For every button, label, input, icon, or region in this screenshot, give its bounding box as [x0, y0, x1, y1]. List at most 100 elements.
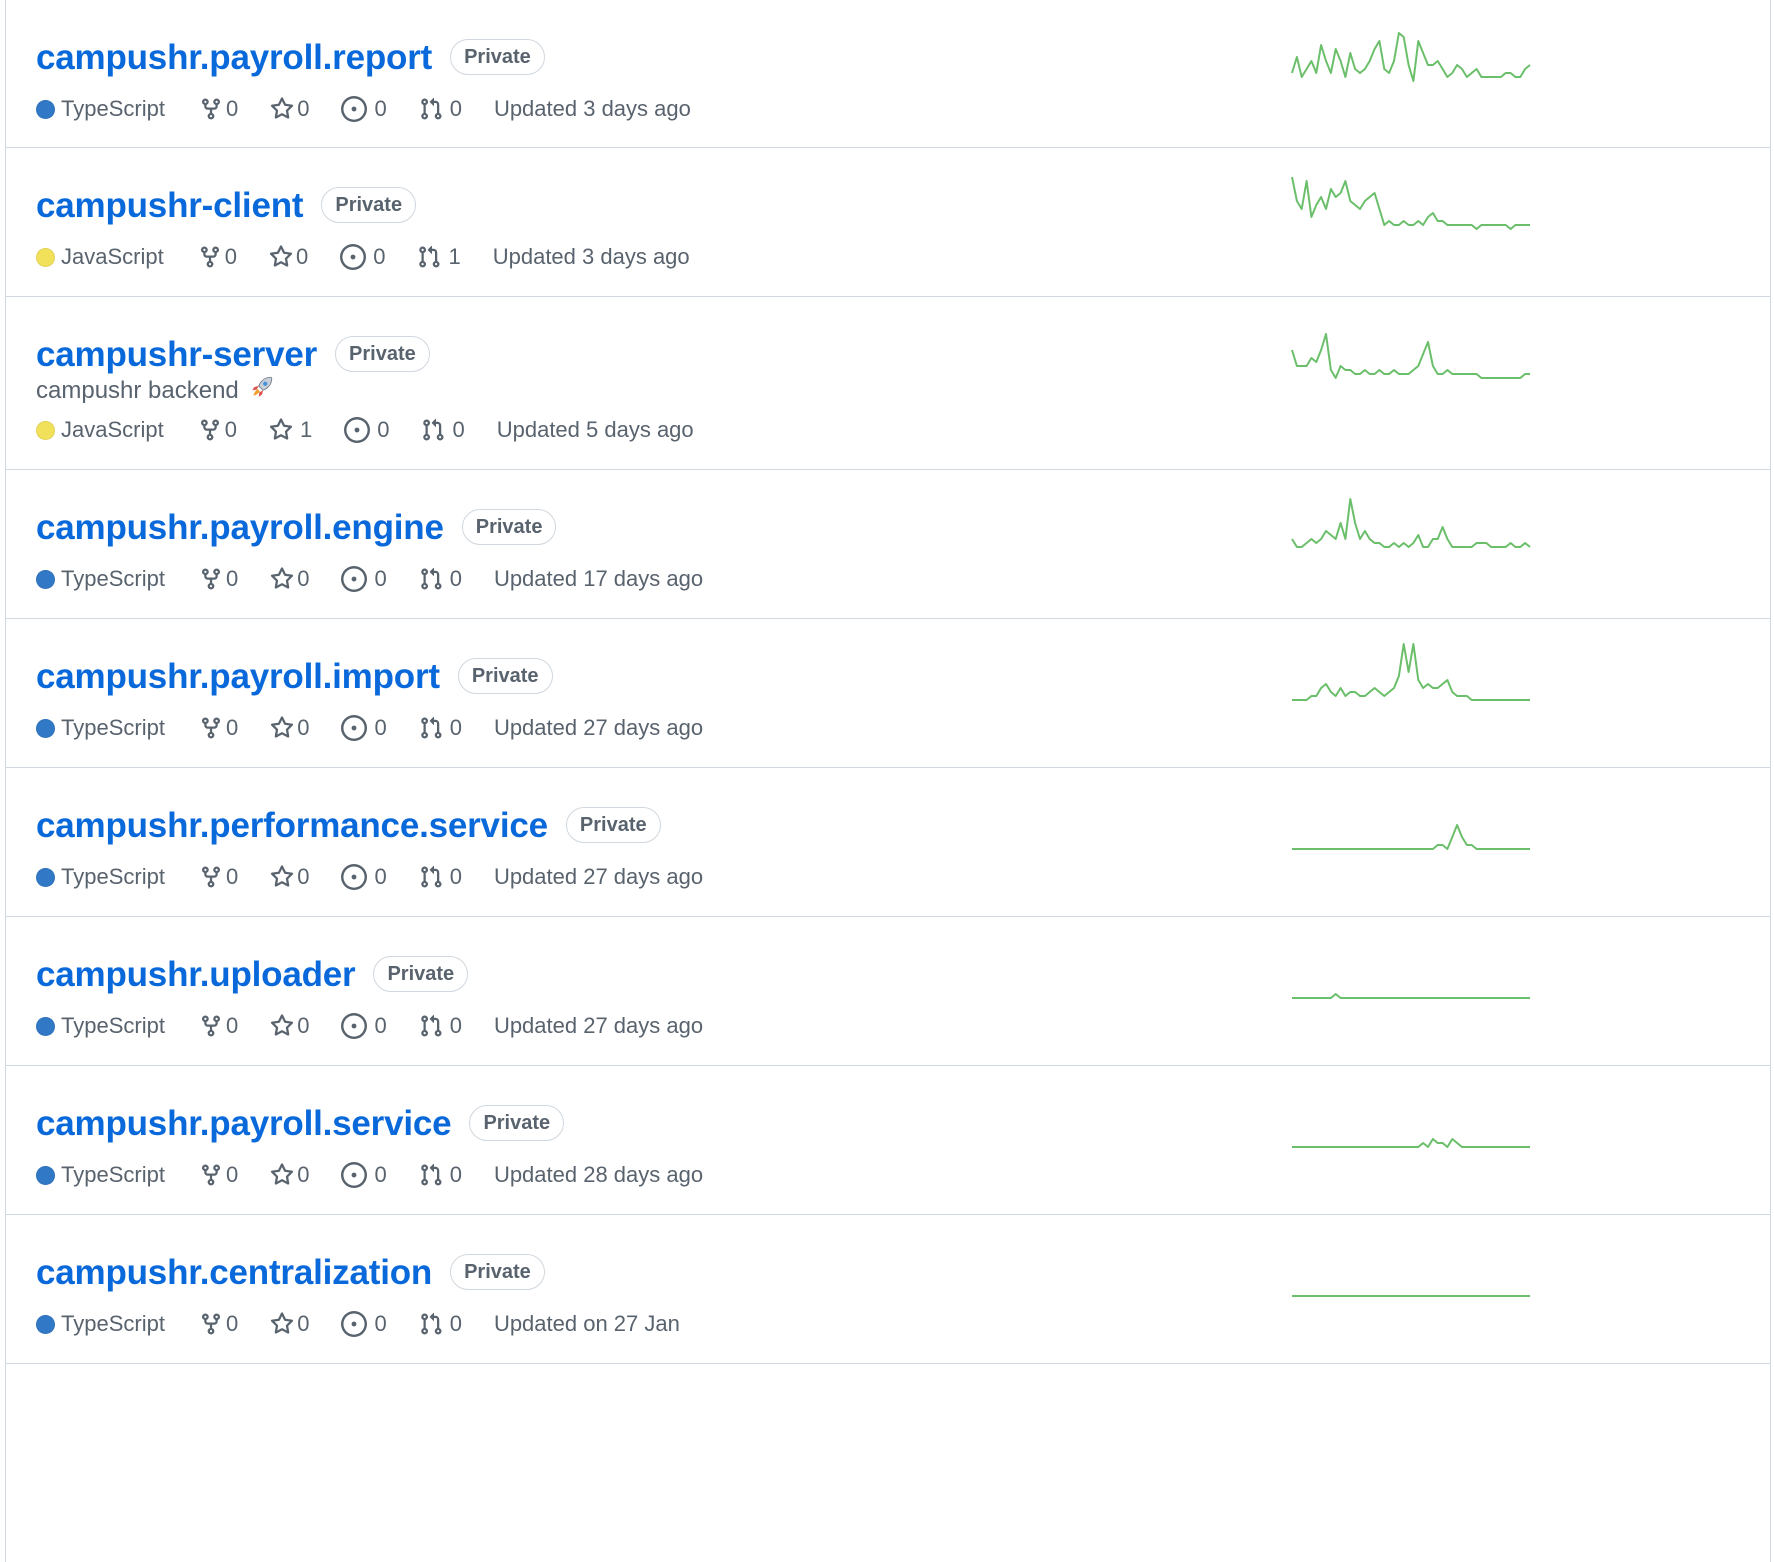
forks-count: 0	[224, 417, 237, 442]
language-name: TypeScript	[61, 566, 165, 591]
stars-link[interactable]: 0	[270, 715, 309, 741]
issues-count: 0	[374, 1162, 387, 1187]
activity-sparkline	[1291, 498, 1531, 548]
pulls-count: 0	[449, 1162, 462, 1187]
issue-icon	[341, 566, 368, 592]
stars-link[interactable]: 0	[270, 1013, 309, 1039]
activity-sparkline	[1291, 32, 1531, 82]
issues-link[interactable]: 0	[341, 1013, 387, 1039]
forks-link[interactable]: 0	[199, 864, 238, 890]
repo-meta: TypeScript 0 0 0 0 Updated 28 days ago	[36, 1160, 703, 1190]
forks-count: 0	[225, 1311, 239, 1336]
forks-link[interactable]: 0	[198, 417, 237, 443]
forks-link[interactable]: 0	[199, 566, 238, 592]
repo-title-line: campushr.payroll.engine Private	[36, 506, 557, 550]
forks-link[interactable]: 0	[199, 96, 238, 122]
issues-link[interactable]: 0	[341, 1162, 387, 1188]
stars-link[interactable]: 0	[270, 864, 309, 890]
issue-icon	[341, 96, 368, 122]
pulls-link[interactable]: 0	[419, 1162, 462, 1188]
repo-name-link[interactable]: campushr-server	[36, 333, 317, 377]
issues-link[interactable]: 0	[341, 864, 387, 890]
pulls-link[interactable]: 0	[419, 96, 462, 122]
pulls-link[interactable]: 0	[419, 864, 462, 890]
star-icon	[271, 1014, 294, 1036]
activity-sparkline	[1292, 1138, 1530, 1148]
repo-name-link[interactable]: campushr.payroll.service	[36, 1102, 452, 1146]
repo-meta: JavaScript 0 0 0 1 Updated 3 days ago	[36, 242, 690, 272]
language-name: JavaScript	[61, 417, 164, 442]
activity-line	[1292, 643, 1530, 701]
repo-name-link[interactable]: campushr.centralization	[36, 1251, 432, 1295]
issues-link[interactable]: 0	[341, 566, 387, 592]
language-name: TypeScript	[61, 1013, 165, 1038]
forks-count: 0	[224, 244, 237, 269]
issue-icon	[344, 417, 371, 443]
stars-link[interactable]: 0	[270, 1311, 309, 1337]
pull-request-icon	[420, 865, 442, 888]
forks-count: 0	[225, 96, 239, 121]
repo-name-link[interactable]: campushr.payroll.import	[36, 655, 440, 699]
repo-meta: TypeScript 0 0 0 0 Updated on 27 Jan	[36, 1309, 680, 1339]
issue-icon	[341, 1162, 368, 1188]
forks-link[interactable]: 0	[199, 1013, 238, 1039]
pulls-link[interactable]: 0	[419, 715, 462, 741]
forks-count: 0	[225, 1162, 239, 1187]
repo-row: campushr.payroll.import Private TypeScri…	[6, 619, 1770, 768]
pulls-link[interactable]: 0	[419, 1311, 462, 1337]
stars-link[interactable]: 0	[270, 96, 309, 122]
pulls-count: 0	[449, 566, 462, 591]
pulls-link[interactable]: 0	[421, 417, 465, 443]
pull-request-icon	[420, 97, 442, 120]
language-color-dot	[36, 1165, 55, 1185]
star-icon	[271, 1312, 294, 1334]
issues-count: 0	[373, 244, 386, 269]
pull-request-icon	[423, 418, 444, 441]
forks-link[interactable]: 0	[199, 1311, 238, 1337]
issues-link[interactable]: 0	[341, 1311, 387, 1337]
issues-link[interactable]: 0	[340, 244, 385, 270]
repo-row: campushr-client Private JavaScript 0 0 0	[6, 148, 1770, 297]
stars-link[interactable]: 0	[270, 1162, 309, 1188]
pulls-link[interactable]: 0	[419, 1013, 462, 1039]
pulls-count: 1	[448, 244, 461, 269]
issues-link[interactable]: 0	[344, 417, 389, 443]
repo-title-line: campushr.performance.service Private	[36, 804, 661, 848]
star-icon	[271, 567, 294, 589]
repo-row: campushr.payroll.service Private TypeScr…	[6, 1066, 1770, 1215]
repo-name-link[interactable]: campushr-client	[36, 184, 304, 228]
language-color-dot	[36, 99, 55, 119]
star-icon	[271, 716, 294, 738]
language: TypeScript	[36, 1162, 165, 1188]
language-color-dot	[36, 1016, 55, 1036]
updated-time: Updated 3 days ago	[493, 96, 691, 121]
stars-link[interactable]: 0	[269, 244, 308, 270]
stars-count: 1	[299, 417, 313, 442]
repo-name-link[interactable]: campushr.payroll.engine	[36, 506, 444, 550]
activity-line	[1291, 176, 1530, 230]
updated-time: Updated on 27 Jan	[493, 1311, 680, 1336]
language-color-dot	[36, 1314, 55, 1334]
forks-link[interactable]: 0	[199, 1162, 238, 1188]
language: TypeScript	[36, 566, 165, 592]
repo-name-link[interactable]: campushr.payroll.report	[36, 36, 432, 80]
pulls-link[interactable]: 0	[419, 566, 462, 592]
forks-count: 0	[225, 715, 239, 740]
stars-link[interactable]: 1	[269, 417, 312, 443]
stars-count: 0	[297, 715, 310, 740]
language-name: TypeScript	[61, 96, 165, 121]
repo-name-link[interactable]: campushr.uploader	[36, 953, 356, 997]
repo-name-link[interactable]: campushr.performance.service	[36, 804, 548, 848]
pulls-link[interactable]: 1	[417, 244, 461, 270]
issues-link[interactable]: 0	[341, 715, 387, 741]
stars-link[interactable]: 0	[270, 566, 309, 592]
star-icon	[269, 245, 293, 267]
activity-sparkline	[1292, 824, 1530, 850]
forks-link[interactable]: 0	[199, 715, 238, 741]
language-color-dot	[36, 420, 55, 440]
issues-link[interactable]: 0	[341, 96, 387, 122]
repo-row: campushr.uploader Private TypeScript 0 0…	[6, 917, 1770, 1066]
activity-line	[1291, 333, 1530, 379]
visibility-badge: Private	[469, 1105, 565, 1141]
forks-link[interactable]: 0	[198, 244, 237, 270]
